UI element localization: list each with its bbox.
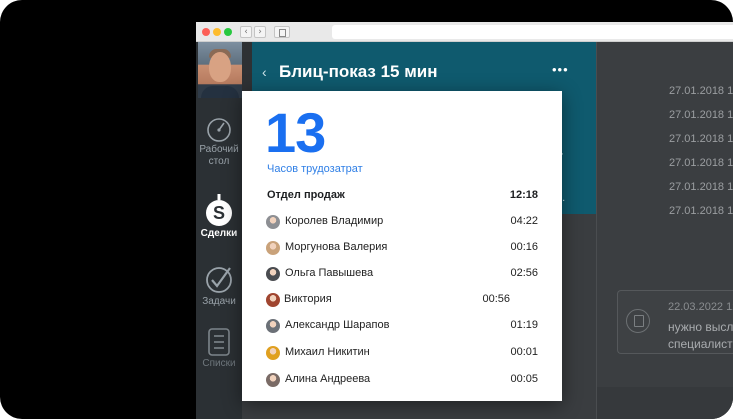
person-time: 00:01: [510, 346, 538, 358]
person-name: Виктория: [284, 293, 332, 305]
history-footer: [597, 387, 733, 419]
person-time: 01:19: [510, 319, 538, 331]
avatar: [266, 267, 280, 281]
address-bar[interactable]: [332, 25, 733, 39]
history-date: 27.01.2018 1: [669, 133, 733, 145]
maximize-window-button[interactable]: [224, 28, 232, 36]
comment-date: 22.03.2022 12: [668, 301, 733, 313]
person-time: 00:05: [510, 373, 538, 385]
person-row[interactable]: Михаил Никитин 00:01: [266, 344, 538, 362]
checkmark-icon: [206, 267, 232, 293]
rail-item-dashboard[interactable]: Рабочий стол: [196, 116, 242, 168]
avatar: [266, 215, 280, 229]
total-hours-caption: Часов трудозатрат: [267, 163, 363, 175]
page-title: Блиц-показ 15 мин: [279, 62, 438, 81]
rail-label-dashboard-line2: стол: [208, 156, 230, 167]
list-icon: [208, 328, 230, 356]
browser-forward-button[interactable]: ›: [254, 26, 266, 38]
rail-label-lists: Списки: [202, 358, 236, 369]
back-chevron-icon[interactable]: ‹: [262, 64, 267, 80]
history-date: 27.01.2018 1: [669, 109, 733, 121]
person-row[interactable]: Моргунова Валерия 00:16: [266, 239, 538, 257]
minimize-window-button[interactable]: [213, 28, 221, 36]
comment-card[interactable]: 22.03.2022 12 нужно высл специалист: [617, 290, 733, 354]
avatar: [266, 346, 280, 360]
rail-item-lists[interactable]: Списки: [196, 326, 242, 370]
comment-text-line: нужно высл: [668, 320, 733, 334]
browser-sidebar-toggle[interactable]: [274, 26, 290, 38]
person-name: Михаил Никитин: [285, 346, 370, 358]
total-hours: 13: [265, 101, 326, 164]
history-pane: 27.01.2018 1 27.01.2018 1 27.01.2018 1 2…: [596, 42, 733, 419]
department-name: Отдел продаж: [267, 189, 345, 201]
dollar-icon: S: [206, 194, 232, 226]
rail-item-tasks[interactable]: Задачи: [196, 264, 242, 308]
dashboard-gauge-icon: [207, 118, 231, 142]
person-time: 02:56: [510, 267, 538, 279]
history-date: 27.01.2018 1: [669, 181, 733, 193]
history-date: 27.01.2018 1: [669, 205, 733, 217]
avatar: [266, 241, 280, 255]
person-name: Моргунова Валерия: [285, 241, 388, 253]
avatar: [266, 373, 280, 387]
app-left-rail: Рабочий стол S Сделки Задачи Списки: [196, 42, 242, 419]
person-name: Королев Владимир: [285, 215, 384, 227]
browser-back-button[interactable]: ‹: [240, 26, 252, 38]
history-date: 27.01.2018 1: [669, 157, 733, 169]
browser-titlebar: ‹ ›: [196, 22, 733, 42]
person-name: Алина Андреева: [285, 373, 371, 385]
rail-item-deals[interactable]: S Сделки: [196, 194, 242, 240]
avatar: [266, 293, 280, 307]
person-row[interactable]: Александр Шарапов 01:19: [266, 317, 538, 335]
department-time: 12:18: [509, 189, 538, 201]
history-date: 27.01.2018 1: [669, 85, 733, 97]
document-icon: [626, 309, 650, 333]
avatar: [266, 319, 280, 333]
time-tracking-popup: 13 Часов трудозатрат Отдел продаж 12:18 …: [242, 91, 562, 401]
user-avatar[interactable]: [198, 42, 242, 98]
rail-label-dashboard-line1: Рабочий: [199, 144, 239, 155]
person-name: Ольга Павышева: [285, 267, 374, 279]
screen-frame: ‹ › Рабочий стол S Сделки Задачи Списки …: [0, 0, 733, 419]
person-row[interactable]: Алина Андреева 00:05: [266, 371, 538, 389]
person-time: 00:16: [510, 241, 538, 253]
person-name: Александр Шарапов: [285, 319, 390, 331]
comment-text-line: специалист: [668, 337, 733, 351]
more-menu-icon[interactable]: •••: [552, 62, 569, 77]
close-window-button[interactable]: [202, 28, 210, 36]
person-row[interactable]: Виктория 00:56: [266, 291, 538, 309]
rail-label-deals: Сделки: [200, 228, 238, 239]
person-row[interactable]: Королев Владимир 04:22: [266, 213, 538, 231]
person-time: 00:56: [482, 293, 510, 305]
person-row[interactable]: Ольга Павышева 02:56: [266, 265, 538, 283]
svg-text:S: S: [213, 203, 225, 223]
rail-label-tasks: Задачи: [202, 296, 236, 307]
person-time: 04:22: [510, 215, 538, 227]
